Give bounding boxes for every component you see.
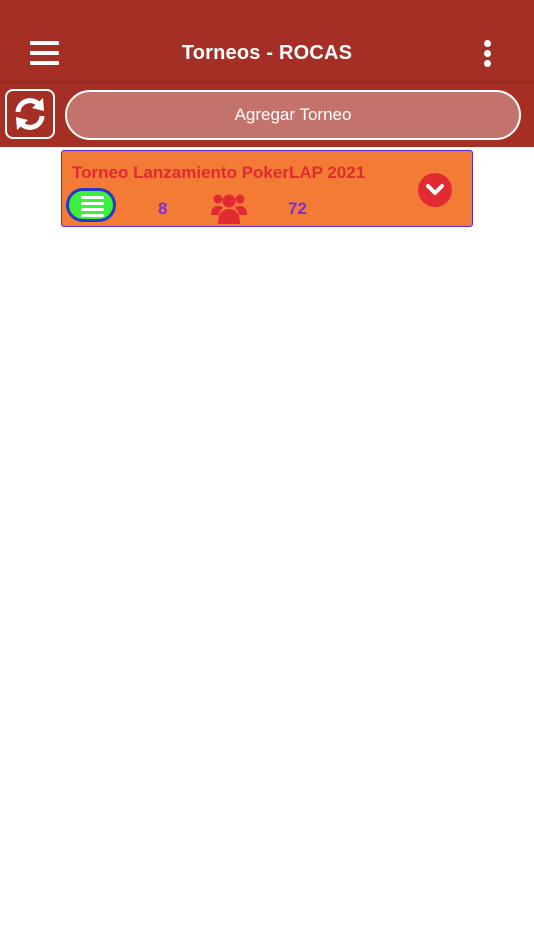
toolbar: Agregar Torneo — [0, 82, 534, 147]
app-screen: Torneos - ROCAS Agregar Torneo Torneo La… — [0, 0, 534, 950]
app-header: Torneos - ROCAS — [0, 0, 534, 82]
add-tournament-button[interactable]: Agregar Torneo — [65, 90, 521, 140]
tables-count: 8 — [158, 199, 168, 218]
page-title: Torneos - ROCAS — [181, 42, 353, 64]
tournament-name: Torneo Lanzamiento PokerLAP 2021 — [72, 163, 366, 182]
players-count: 72 — [288, 199, 307, 218]
refresh-button[interactable] — [5, 89, 55, 139]
refresh-icon — [15, 98, 45, 130]
chevron-down-icon[interactable] — [418, 173, 452, 207]
list-icon[interactable] — [66, 188, 116, 222]
tournament-card[interactable]: Torneo Lanzamiento PokerLAP 2021 8 72 — [61, 150, 473, 227]
users-group-icon — [211, 194, 247, 224]
more-vertical-icon[interactable] — [480, 40, 496, 68]
